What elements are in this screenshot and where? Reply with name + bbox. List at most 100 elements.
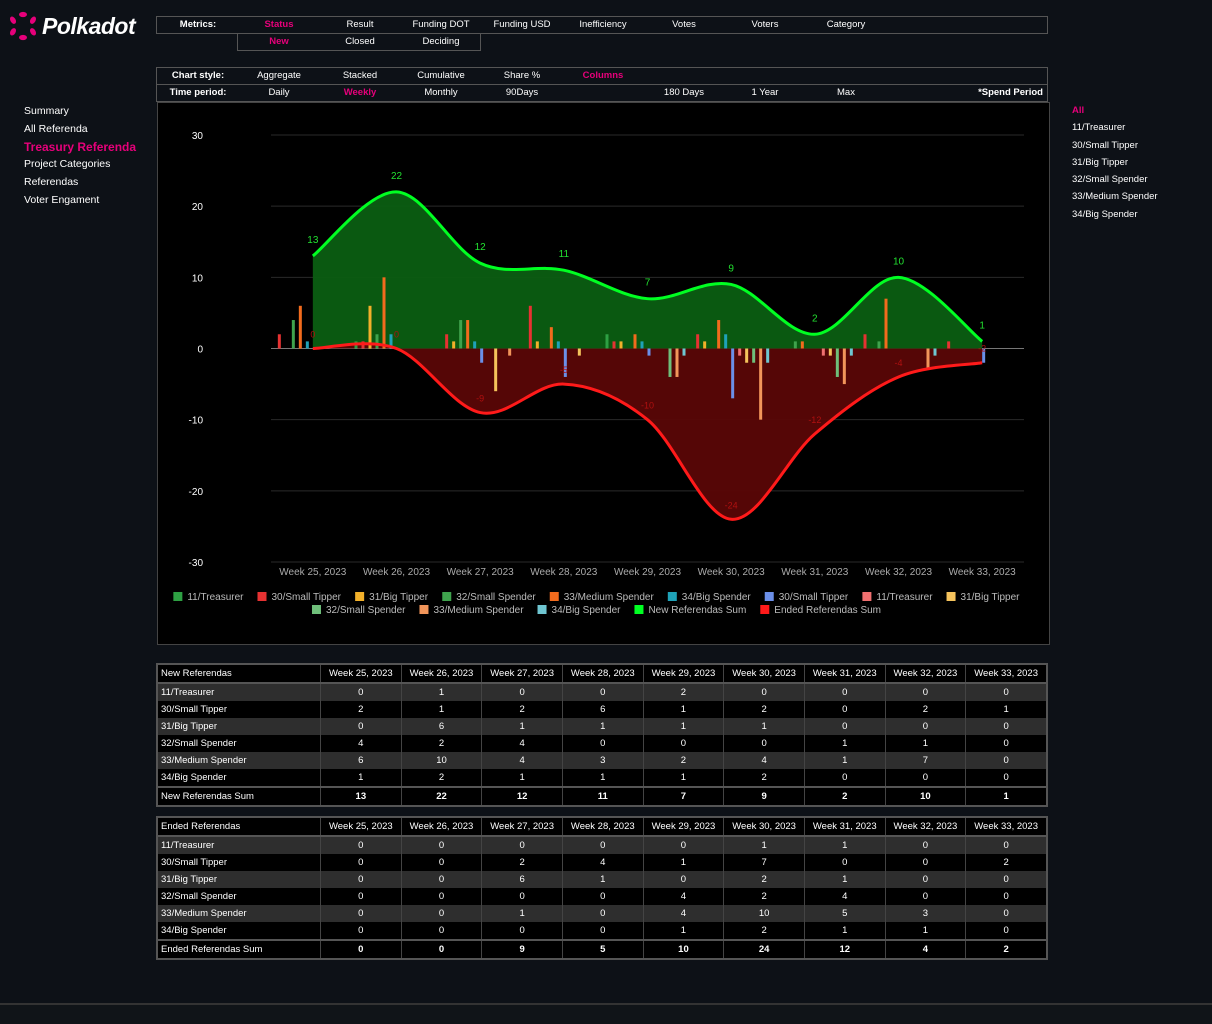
bar-ended-31-big-tipper — [494, 348, 498, 392]
table-cell: 4 — [481, 752, 563, 769]
metric-votes[interactable]: Votes — [644, 17, 724, 33]
sum-cell: 1 — [965, 786, 1047, 806]
legend-swatch — [862, 592, 872, 601]
time-period-daily[interactable]: Daily — [239, 85, 319, 101]
chart-style-cumulative[interactable]: Cumulative — [401, 68, 481, 84]
status-closed[interactable]: Closed — [320, 34, 400, 50]
filter-33-medium-spender[interactable]: 33/Medium Spender — [1072, 190, 1158, 207]
table-cell: 0 — [320, 683, 402, 701]
table-cell: 4 — [561, 854, 644, 871]
table-row: 11/Treasurer 0 1 0 0 2 0 0 0 0 — [156, 683, 1047, 701]
table-cell: 1 — [803, 735, 886, 752]
legend-label: 32/Small Spender — [456, 592, 536, 603]
row-label: 32/Small Spender — [156, 888, 321, 905]
filter-all[interactable]: All — [1072, 104, 1158, 121]
row-label: 31/Big Tipper — [156, 718, 321, 735]
chart-style-stacked[interactable]: Stacked — [320, 68, 400, 84]
table-row: 32/Small Spender 4 2 4 0 0 0 1 1 0 — [156, 735, 1047, 752]
time-period-180-days[interactable]: 180 Days — [644, 85, 724, 101]
chart-style-columns[interactable]: Columns — [563, 68, 643, 84]
chart-style-bar: Chart style: Aggregate Stacked Cumulative Sh… — [156, 67, 1048, 85]
ended-sum-data-label: -2 — [978, 344, 986, 354]
bar-new-30-small-tipper — [863, 334, 867, 349]
time-period-weekly[interactable]: Weekly — [320, 85, 400, 101]
time-period-monthly[interactable]: Monthly — [401, 85, 481, 101]
table-cell: 2 — [723, 888, 805, 905]
sum-cell: 2 — [965, 939, 1047, 959]
metric-voters[interactable]: Voters — [725, 17, 805, 33]
legend-swatch — [442, 592, 452, 601]
filter-31-big-tipper[interactable]: 31/Big Tipper — [1072, 156, 1158, 173]
metric-category[interactable]: Category — [806, 17, 886, 33]
bar-ended-33-medium-spender — [508, 348, 512, 356]
table-row: 30/Small Tipper 0 0 2 4 1 7 0 0 2 — [156, 854, 1047, 871]
filter-30-small-tipper[interactable]: 30/Small Tipper — [1072, 139, 1158, 156]
table-cell: 0 — [320, 888, 402, 905]
status-deciding[interactable]: Deciding — [401, 34, 481, 50]
spend-period-toggle[interactable]: *Spend Period — [957, 85, 1043, 101]
nav-summary[interactable]: Summary — [24, 104, 136, 122]
treasury-referenda-chart: 3020100-10-20-30Week 25, 2023 Week 26, 20… — [173, 131, 1024, 616]
new-sum-data-label: 10 — [893, 256, 905, 267]
time-period-label: Time period: — [169, 87, 227, 98]
filter-11-treasurer[interactable]: 11/Treasurer — [1072, 121, 1158, 138]
table-cell: 0 — [884, 871, 966, 888]
nav-treasury-referenda[interactable]: Treasury Referenda — [24, 140, 136, 158]
bar-ended-33-medium-spender — [675, 348, 679, 377]
chart-style-share[interactable]: Share % — [482, 68, 562, 84]
status-new[interactable]: New — [239, 34, 319, 50]
table-cell: 2 — [400, 735, 482, 752]
column-header: Week 28, 2023 — [561, 664, 644, 684]
filter-32-small-spender[interactable]: 32/Small Spender — [1072, 173, 1158, 190]
metric-inefficiency[interactable]: Inefficiency — [563, 17, 643, 33]
table-cell: 0 — [561, 683, 644, 701]
table-cell: 2 — [723, 871, 805, 888]
time-period-max[interactable]: Max — [806, 85, 886, 101]
new-sum-data-label: 11 — [559, 249, 570, 260]
filter-34-big-spender[interactable]: 34/Big Spender — [1072, 208, 1158, 225]
bar-new-34-big-spender — [640, 341, 644, 349]
table-cell: 0 — [481, 888, 563, 905]
table-cell: 1 — [803, 752, 886, 769]
ended-sum-data-label: -24 — [725, 500, 738, 510]
bar-ended-33-medium-spender — [926, 348, 930, 370]
x-tick-label: Week 28, 2023 — [530, 567, 598, 578]
table-cell: 2 — [884, 701, 966, 718]
table-cell: 7 — [723, 854, 805, 871]
nav-voter-engament[interactable]: Voter Engament — [24, 193, 136, 211]
table-cell: 0 — [965, 871, 1047, 888]
sum-label: New Referendas Sum — [156, 786, 321, 806]
left-nav: Summary All Referenda Treasury Referenda Pr… — [24, 104, 136, 211]
nav-project-categories[interactable]: Project Categories — [24, 157, 136, 175]
time-period-90days[interactable]: 90Days — [482, 85, 562, 101]
bar-new-11-treasurer — [605, 334, 609, 349]
polkadot-logo[interactable]: Polkadot — [8, 10, 136, 42]
table-cell: 1 — [561, 718, 644, 735]
bar-ended-31-big-tipper — [828, 348, 832, 356]
column-header: Week 27, 2023 — [481, 817, 563, 837]
table-cell: 0 — [642, 871, 724, 888]
table-cell: 0 — [965, 769, 1047, 787]
table-cell: 2 — [481, 854, 563, 871]
chart-style-aggregate[interactable]: Aggregate — [239, 68, 319, 84]
metric-funding-usd[interactable]: Funding USD — [482, 17, 562, 33]
bar-ended-11-treasurer — [821, 348, 825, 356]
ended-sum-data-label: -10 — [641, 401, 654, 411]
metric-funding-dot[interactable]: Funding DOT — [401, 17, 481, 33]
bar-new-34-big-spender — [724, 334, 728, 349]
legend-swatch — [355, 592, 365, 601]
column-header: Week 29, 2023 — [642, 817, 724, 837]
metric-result[interactable]: Result — [320, 17, 400, 33]
legend-swatch — [760, 605, 770, 614]
nav-all-referenda[interactable]: All Referenda — [24, 122, 136, 140]
table-cell: 0 — [884, 769, 966, 787]
metric-status[interactable]: Status — [239, 17, 319, 33]
legend-label: 34/Big Spender — [552, 605, 622, 616]
time-period-1-year[interactable]: 1 Year — [725, 85, 805, 101]
table-cell: 1 — [642, 718, 724, 735]
table-cell: 2 — [642, 683, 724, 701]
table-cell: 0 — [965, 718, 1047, 735]
x-tick-label: Week 26, 2023 — [363, 567, 431, 578]
bar-new-33-medium-spender — [633, 334, 637, 349]
nav-referendas[interactable]: Referendas — [24, 175, 136, 193]
